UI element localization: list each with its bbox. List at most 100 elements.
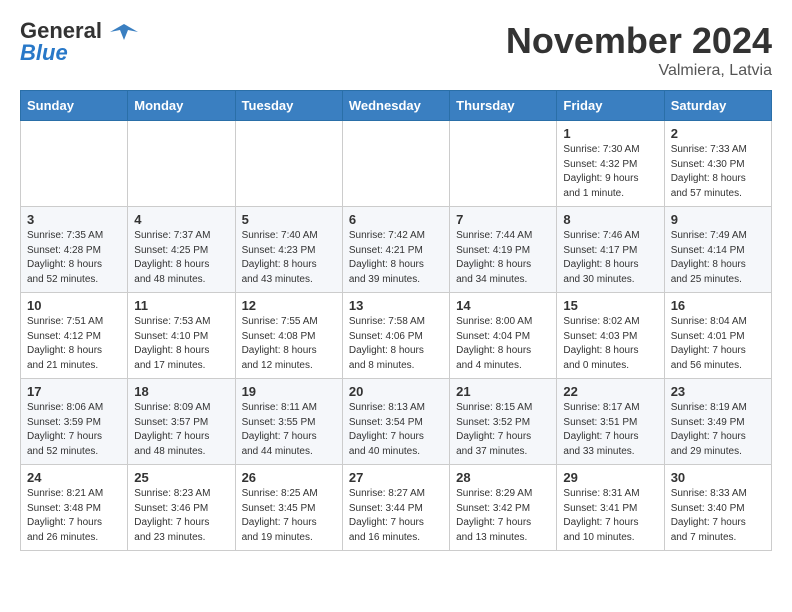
day-cell: 26 Sunrise: 8:25 AM Sunset: 3:45 PM Dayli… <box>235 465 342 551</box>
day-number: 21 <box>456 384 550 399</box>
logo-bird-icon <box>110 22 138 42</box>
day-cell: 5 Sunrise: 7:40 AM Sunset: 4:23 PM Daylig… <box>235 207 342 293</box>
day-info: Sunrise: 8:11 AM Sunset: 3:55 PM Dayligh… <box>242 401 336 459</box>
day-cell: 23 Sunrise: 8:19 AM Sunset: 3:49 PM Dayli… <box>664 379 771 465</box>
day-cell: 29Sunrise: 8:31 AM Sunset: 3:41 PM Dayli… <box>557 465 664 551</box>
day-info: Sunrise: 8:00 AM Sunset: 4:04 PM Dayligh… <box>456 315 550 373</box>
day-cell: 8 Sunrise: 7:46 AM Sunset: 4:17 PM Daylig… <box>557 207 664 293</box>
day-info: Sunrise: 7:40 AM Sunset: 4:23 PM Dayligh… <box>242 229 336 287</box>
day-info: Sunrise: 8:27 AM Sunset: 3:44 PM Dayligh… <box>349 487 443 545</box>
header-sunday: Sunday <box>21 91 128 121</box>
day-info: Sunrise: 8:15 AM Sunset: 3:52 PM Dayligh… <box>456 401 550 459</box>
day-number: 29 <box>563 470 657 485</box>
day-number: 10 <box>27 298 121 313</box>
week-row-5: 24 Sunrise: 8:21 AM Sunset: 3:48 PM Dayli… <box>21 465 772 551</box>
day-info: Sunrise: 7:35 AM Sunset: 4:28 PM Dayligh… <box>27 229 121 287</box>
day-number: 27 <box>349 470 443 485</box>
day-number: 15 <box>563 298 657 313</box>
day-number: 5 <box>242 212 336 227</box>
week-row-4: 17 Sunrise: 8:06 AM Sunset: 3:59 PM Dayli… <box>21 379 772 465</box>
day-number: 16 <box>671 298 765 313</box>
day-info: Sunrise: 8:09 AM Sunset: 3:57 PM Dayligh… <box>134 401 228 459</box>
day-number: 13 <box>349 298 443 313</box>
day-info: Sunrise: 7:51 AM Sunset: 4:12 PM Dayligh… <box>27 315 121 373</box>
day-cell: 27 Sunrise: 8:27 AM Sunset: 3:44 PM Dayli… <box>342 465 449 551</box>
week-row-3: 10 Sunrise: 7:51 AM Sunset: 4:12 PM Dayli… <box>21 293 772 379</box>
header-monday: Monday <box>128 91 235 121</box>
day-info: Sunrise: 7:55 AM Sunset: 4:08 PM Dayligh… <box>242 315 336 373</box>
day-cell: 15Sunrise: 8:02 AM Sunset: 4:03 PM Dayli… <box>557 293 664 379</box>
day-cell: 21 Sunrise: 8:15 AM Sunset: 3:52 PM Dayli… <box>450 379 557 465</box>
day-cell: 10 Sunrise: 7:51 AM Sunset: 4:12 PM Dayli… <box>21 293 128 379</box>
day-info: Sunrise: 7:30 AM Sunset: 4:32 PM Dayligh… <box>563 143 657 201</box>
day-number: 18 <box>134 384 228 399</box>
day-cell: 30 Sunrise: 8:33 AM Sunset: 3:40 PM Dayli… <box>664 465 771 551</box>
day-cell: 12 Sunrise: 7:55 AM Sunset: 4:08 PM Dayli… <box>235 293 342 379</box>
day-info: Sunrise: 8:29 AM Sunset: 3:42 PM Dayligh… <box>456 487 550 545</box>
day-info: Sunrise: 7:44 AM Sunset: 4:19 PM Dayligh… <box>456 229 550 287</box>
title-section: November 2024 Valmiera, Latvia <box>506 20 772 80</box>
day-number: 3 <box>27 212 121 227</box>
day-info: Sunrise: 8:13 AM Sunset: 3:54 PM Dayligh… <box>349 401 443 459</box>
day-number: 28 <box>456 470 550 485</box>
day-info: Sunrise: 7:53 AM Sunset: 4:10 PM Dayligh… <box>134 315 228 373</box>
logo-text: General <box>20 20 138 42</box>
day-info: Sunrise: 7:49 AM Sunset: 4:14 PM Dayligh… <box>671 229 765 287</box>
day-number: 17 <box>27 384 121 399</box>
day-number: 20 <box>349 384 443 399</box>
day-info: Sunrise: 8:21 AM Sunset: 3:48 PM Dayligh… <box>27 487 121 545</box>
day-cell: 14Sunrise: 8:00 AM Sunset: 4:04 PM Dayli… <box>450 293 557 379</box>
day-number: 30 <box>671 470 765 485</box>
day-cell: 4Sunrise: 7:37 AM Sunset: 4:25 PM Daylig… <box>128 207 235 293</box>
day-cell <box>235 121 342 207</box>
calendar-header: SundayMondayTuesdayWednesdayThursdayFrid… <box>21 91 772 121</box>
day-number: 8 <box>563 212 657 227</box>
month-title: November 2024 <box>506 20 772 62</box>
header-saturday: Saturday <box>664 91 771 121</box>
location-subtitle: Valmiera, Latvia <box>506 62 772 80</box>
day-info: Sunrise: 8:25 AM Sunset: 3:45 PM Dayligh… <box>242 487 336 545</box>
day-cell <box>21 121 128 207</box>
day-number: 24 <box>27 470 121 485</box>
day-cell <box>128 121 235 207</box>
day-number: 9 <box>671 212 765 227</box>
day-number: 23 <box>671 384 765 399</box>
day-info: Sunrise: 7:42 AM Sunset: 4:21 PM Dayligh… <box>349 229 443 287</box>
day-info: Sunrise: 8:06 AM Sunset: 3:59 PM Dayligh… <box>27 401 121 459</box>
logo: General Blue <box>20 20 138 65</box>
day-cell: 19 Sunrise: 8:11 AM Sunset: 3:55 PM Dayli… <box>235 379 342 465</box>
day-cell: 6Sunrise: 7:42 AM Sunset: 4:21 PM Daylig… <box>342 207 449 293</box>
day-number: 22 <box>563 384 657 399</box>
day-number: 25 <box>134 470 228 485</box>
day-cell: 16 Sunrise: 8:04 AM Sunset: 4:01 PM Dayli… <box>664 293 771 379</box>
day-cell: 22Sunrise: 8:17 AM Sunset: 3:51 PM Dayli… <box>557 379 664 465</box>
day-info: Sunrise: 8:04 AM Sunset: 4:01 PM Dayligh… <box>671 315 765 373</box>
calendar-body: 1Sunrise: 7:30 AM Sunset: 4:32 PM Daylig… <box>21 121 772 551</box>
day-info: Sunrise: 7:33 AM Sunset: 4:30 PM Dayligh… <box>671 143 765 201</box>
day-info: Sunrise: 8:33 AM Sunset: 3:40 PM Dayligh… <box>671 487 765 545</box>
day-info: Sunrise: 7:46 AM Sunset: 4:17 PM Dayligh… <box>563 229 657 287</box>
day-cell: 24 Sunrise: 8:21 AM Sunset: 3:48 PM Dayli… <box>21 465 128 551</box>
header-wednesday: Wednesday <box>342 91 449 121</box>
day-cell: 17 Sunrise: 8:06 AM Sunset: 3:59 PM Dayli… <box>21 379 128 465</box>
day-info: Sunrise: 8:23 AM Sunset: 3:46 PM Dayligh… <box>134 487 228 545</box>
header-friday: Friday <box>557 91 664 121</box>
header-thursday: Thursday <box>450 91 557 121</box>
day-cell <box>342 121 449 207</box>
day-cell: 2Sunrise: 7:33 AM Sunset: 4:30 PM Daylig… <box>664 121 771 207</box>
day-info: Sunrise: 8:19 AM Sunset: 3:49 PM Dayligh… <box>671 401 765 459</box>
header-row: SundayMondayTuesdayWednesdayThursdayFrid… <box>21 91 772 121</box>
day-cell: 25 Sunrise: 8:23 AM Sunset: 3:46 PM Dayli… <box>128 465 235 551</box>
day-number: 11 <box>134 298 228 313</box>
day-number: 19 <box>242 384 336 399</box>
day-cell: 1Sunrise: 7:30 AM Sunset: 4:32 PM Daylig… <box>557 121 664 207</box>
day-cell: 9 Sunrise: 7:49 AM Sunset: 4:14 PM Daylig… <box>664 207 771 293</box>
day-cell: 13 Sunrise: 7:58 AM Sunset: 4:06 PM Dayli… <box>342 293 449 379</box>
day-cell: 28 Sunrise: 8:29 AM Sunset: 3:42 PM Dayli… <box>450 465 557 551</box>
logo-blue: Blue <box>20 40 68 65</box>
day-number: 26 <box>242 470 336 485</box>
day-cell: 18 Sunrise: 8:09 AM Sunset: 3:57 PM Dayli… <box>128 379 235 465</box>
day-cell <box>450 121 557 207</box>
day-number: 12 <box>242 298 336 313</box>
day-info: Sunrise: 7:58 AM Sunset: 4:06 PM Dayligh… <box>349 315 443 373</box>
